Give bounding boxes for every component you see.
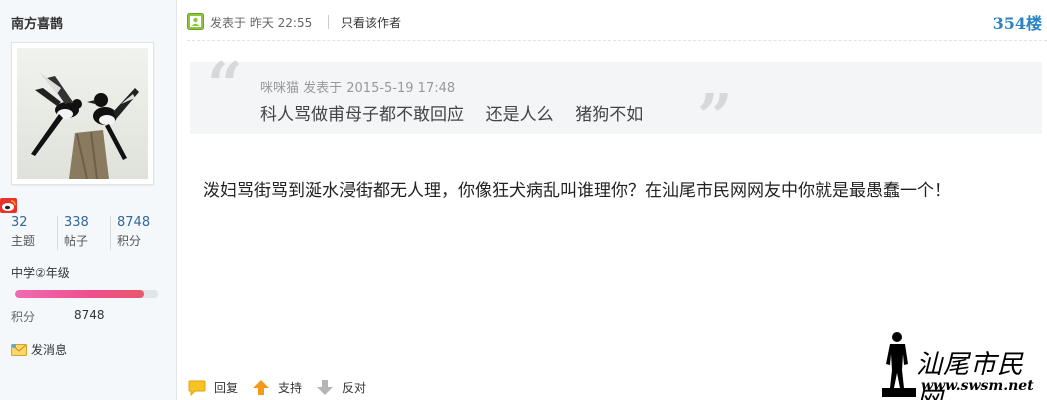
stat-threads-label: 主题 [11, 234, 36, 248]
author-stats: 32 主题 338 帖子 8748 积分 [0, 214, 165, 254]
stat-points-value: 8748 [117, 215, 151, 230]
post-timestamp: 发表于 昨天 22:55 [210, 16, 313, 30]
quote-block: “ 咪咪猫 发表于 2015-5-19 17:48 科人骂做甫母子都不敢回应 还… [190, 54, 1042, 148]
floor-number[interactable]: 354楼 [993, 10, 1042, 34]
stat-posts-label: 帖子 [64, 234, 89, 248]
header-divider [328, 15, 329, 29]
stat-divider [57, 216, 58, 250]
reply-bubble-icon [188, 380, 206, 396]
score-value: 8748 [74, 308, 105, 322]
thumb-up-arrow-icon [253, 379, 270, 395]
stat-points-label: 积分 [117, 234, 142, 248]
post-content: 泼妇骂街骂到涎水浸街都无人理，你像狂犬病乱叫谁理你？在汕尾市民网网友中你就是最愚… [203, 181, 951, 201]
avatar-image [17, 48, 148, 179]
reply-label: 回复 [214, 380, 239, 395]
only-author-link[interactable]: 只看该作者 [341, 14, 401, 31]
stat-threads[interactable]: 32 主题 [11, 214, 35, 254]
stat-posts[interactable]: 338 帖子 [64, 214, 89, 254]
send-message-label: 发消息 [31, 343, 68, 357]
stat-posts-value: 338 [64, 215, 89, 230]
stat-points[interactable]: 8748 积分 [117, 214, 150, 254]
support-button[interactable]: 支持 [252, 379, 302, 396]
user-level[interactable]: 中学②年级 [11, 264, 70, 281]
author-name[interactable]: 南方喜鹊 [11, 13, 63, 32]
oppose-button[interactable]: 反对 [316, 379, 366, 396]
post-actions: 回复 支持 反对 [188, 377, 380, 397]
statue-silhouette-icon [882, 332, 916, 397]
stat-divider [110, 216, 111, 250]
watermark-url: www.swsm.net [921, 378, 1034, 394]
quote-meta: 咪咪猫 发表于 2015-5-19 17:48 [260, 81, 456, 96]
score-label: 积分 [11, 310, 36, 324]
level-progress-fill [15, 290, 144, 298]
stat-threads-value: 32 [11, 215, 28, 230]
header-divider-line [187, 40, 1047, 41]
avatar[interactable] [11, 42, 154, 185]
author-sidebar: 南方喜鹊 32 主题 338 帖子 8748 积分 中学②年级 积分 8748 … [0, 0, 177, 400]
send-message-button[interactable]: 发消息 [11, 341, 67, 358]
support-label: 支持 [278, 380, 303, 395]
quote-text: 科人骂做甫母子都不敢回应 还是人么 猪狗不如 [260, 105, 644, 125]
site-watermark: 汕尾市民网 www.swsm.net [880, 328, 1044, 400]
close-quote-icon: ” [697, 80, 733, 153]
thumb-down-arrow-icon [317, 379, 334, 395]
oppose-label: 反对 [342, 380, 367, 395]
online-status-icon [187, 13, 204, 30]
envelope-icon [11, 344, 27, 356]
level-progress-bar [15, 290, 158, 298]
open-quote-icon: “ [207, 48, 243, 121]
post-header: 发表于 昨天 22:55 只看该作者 354楼 [187, 9, 1047, 33]
reply-button[interactable]: 回复 [188, 379, 238, 396]
weibo-icon[interactable] [0, 198, 17, 213]
